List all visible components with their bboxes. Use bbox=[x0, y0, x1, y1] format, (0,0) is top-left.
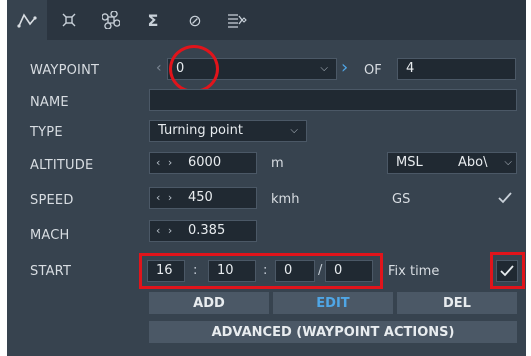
name-input[interactable] bbox=[149, 89, 517, 111]
edit-button[interactable]: EDIT bbox=[273, 292, 393, 314]
speed-unit: kmh bbox=[271, 192, 300, 207]
list-diamond-icon bbox=[228, 14, 247, 28]
type-select[interactable]: Turning point ⌵ bbox=[149, 120, 307, 142]
tab-actions[interactable] bbox=[217, 0, 257, 40]
gs-checkbox[interactable] bbox=[494, 187, 516, 209]
command-icon bbox=[102, 11, 120, 29]
chevron-down-icon: ⌵ bbox=[504, 157, 512, 168]
tab-route[interactable] bbox=[7, 0, 47, 40]
altitude-value: 6000 bbox=[188, 155, 222, 170]
altitude-unit: m bbox=[271, 156, 284, 171]
spin-arrows-icon[interactable]: ‹ › bbox=[156, 221, 174, 241]
mach-label: MACH bbox=[30, 228, 70, 243]
altitude-label: ALTITUDE bbox=[30, 158, 94, 173]
speed-value: 450 bbox=[188, 190, 213, 205]
name-label: NAME bbox=[30, 95, 69, 110]
speed-mode-label: GS bbox=[392, 192, 411, 207]
waypoint-next-button[interactable]: › bbox=[341, 57, 348, 78]
disabled-icon: ⊘ bbox=[188, 10, 202, 30]
spin-arrows-icon[interactable]: ‹ › bbox=[156, 153, 174, 173]
spin-arrows-icon[interactable]: ‹ › bbox=[156, 188, 174, 208]
type-label: TYPE bbox=[30, 125, 63, 140]
tab-bar: Σ ⊘ bbox=[7, 0, 526, 40]
chevron-down-icon: ⌵ bbox=[290, 125, 298, 136]
type-value: Turning point bbox=[158, 123, 243, 138]
highlight-start-time-box bbox=[139, 253, 383, 289]
waypoint-label: WAYPOINT bbox=[30, 63, 100, 78]
start-label: START bbox=[30, 264, 72, 279]
fix-time-label: Fix time bbox=[388, 264, 440, 279]
sigma-icon: Σ bbox=[147, 10, 159, 30]
altitude-reference-select[interactable]: MSL Abo\ ⌵ bbox=[387, 152, 517, 174]
tab-command[interactable] bbox=[91, 0, 131, 40]
mission-editor-panel: Σ ⊘ WAYPOINT ‹ 0 ⌵ › OF 4 NAME TYPE Turn… bbox=[7, 0, 526, 356]
route-icon bbox=[17, 13, 37, 28]
checkmark-icon bbox=[498, 192, 512, 204]
add-button[interactable]: ADD bbox=[149, 292, 269, 314]
target-frame-icon bbox=[62, 13, 76, 27]
mach-spinbox[interactable]: ‹ › 0.385 bbox=[149, 220, 257, 242]
waypoint-total-field: 4 bbox=[397, 58, 516, 80]
chevron-down-icon: ⌵ bbox=[320, 63, 328, 74]
highlight-fix-time-box bbox=[490, 252, 525, 289]
altitude-spinbox[interactable]: ‹ › 6000 bbox=[149, 152, 257, 174]
of-label: OF bbox=[364, 63, 382, 78]
tab-disabled[interactable]: ⊘ bbox=[175, 0, 215, 40]
tab-target[interactable] bbox=[49, 0, 89, 40]
waypoint-total: 4 bbox=[406, 61, 415, 76]
tab-sum[interactable]: Σ bbox=[133, 0, 173, 40]
speed-label: SPEED bbox=[30, 193, 74, 208]
del-button[interactable]: DEL bbox=[397, 292, 517, 314]
waypoint-prev-button[interactable]: ‹ bbox=[156, 60, 162, 76]
advanced-waypoint-actions-button[interactable]: ADVANCED (WAYPOINT ACTIONS) bbox=[149, 321, 517, 343]
speed-spinbox[interactable]: ‹ › 450 bbox=[149, 187, 257, 209]
highlight-waypoint-circle bbox=[169, 45, 219, 93]
mach-value: 0.385 bbox=[188, 223, 226, 238]
